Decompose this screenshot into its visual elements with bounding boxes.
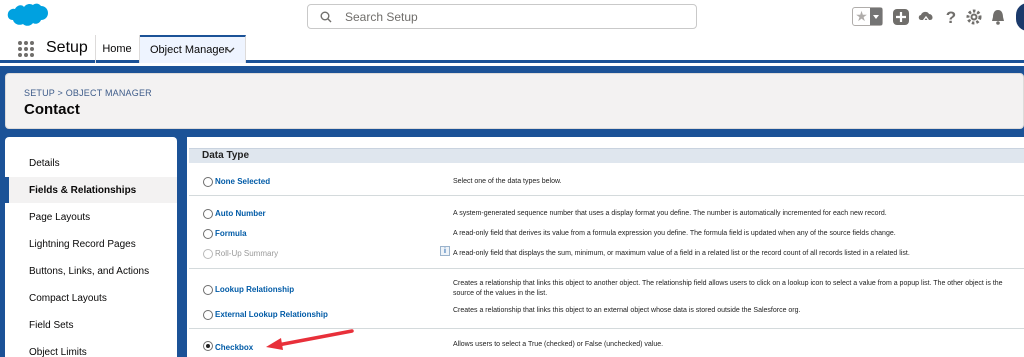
nav-object-manager-label: Object Manager — [150, 44, 229, 56]
data-type-row: Auto Number A system-generated sequence … — [189, 206, 1024, 224]
option-desc-external-lookup-relationship: Creates a relationship that links this o… — [453, 307, 801, 314]
sidebar-item-buttons-links-actions[interactable]: Buttons, Links, and Actions — [5, 258, 177, 284]
radio-none-selected[interactable] — [203, 177, 213, 187]
sidebar-item-field-sets[interactable]: Field Sets — [5, 312, 177, 338]
data-type-group: Auto Number A system-generated sequence … — [189, 197, 1024, 269]
breadcrumb[interactable]: SETUP > OBJECT MANAGER — [24, 88, 152, 98]
page-title: Contact — [24, 101, 80, 118]
page-header: SETUP > OBJECT MANAGER Contact — [5, 73, 1024, 129]
data-type-row: Lookup Relationship Creates a relationsh… — [189, 278, 1024, 302]
sidebar-item-fields-relationships[interactable]: Fields & Relationships — [5, 177, 177, 203]
sidebar-item-compact-layouts[interactable]: Compact Layouts — [5, 285, 177, 311]
option-desc-none-selected: Select one of the data types below. — [453, 178, 562, 185]
data-type-row: None Selected Select one of the data typ… — [189, 174, 1024, 192]
caret-down-icon — [873, 14, 879, 19]
search-placeholder: Search Setup — [345, 10, 418, 24]
help-icon[interactable]: ? — [942, 8, 960, 26]
data-type-group: None Selected Select one of the data typ… — [189, 164, 1024, 196]
data-type-row: Formula A read-only field that derives i… — [189, 226, 1024, 244]
radio-checkbox[interactable] — [203, 341, 213, 351]
option-label-external-lookup-relationship[interactable]: External Lookup Relationship — [215, 310, 328, 319]
add-icon[interactable] — [892, 8, 910, 26]
option-label-none-selected[interactable]: None Selected — [215, 177, 270, 186]
radio-formula[interactable] — [203, 229, 213, 239]
option-desc-auto-number: A system-generated sequence number that … — [453, 210, 887, 217]
search-icon — [320, 11, 332, 23]
option-label-auto-number[interactable]: Auto Number — [215, 209, 266, 218]
favorites-dropdown[interactable] — [870, 8, 882, 25]
global-header: Search Setup ★ ? — [0, 0, 1024, 35]
context-bar: Setup Home Object Manager — [0, 35, 1024, 63]
favorites-button[interactable]: ★ — [852, 7, 883, 26]
option-label-formula[interactable]: Formula — [215, 229, 247, 238]
radio-lookup-relationship[interactable] — [203, 285, 213, 295]
option-label-checkbox[interactable]: Checkbox — [215, 343, 253, 352]
nav-home-tab[interactable]: Home — [95, 35, 140, 63]
search-input[interactable]: Search Setup — [307, 4, 697, 29]
app-name: Setup — [46, 39, 88, 56]
option-desc-roll-up-summary: A read-only field that displays the sum,… — [453, 250, 910, 257]
app-launcher-icon[interactable] — [18, 41, 34, 57]
data-type-row: External Lookup Relationship Creates a r… — [189, 306, 1024, 324]
annotation-arrow-icon — [266, 329, 354, 350]
radio-roll-up-summary — [203, 249, 213, 259]
radio-auto-number[interactable] — [203, 209, 213, 219]
sidebar-item-page-layouts[interactable]: Page Layouts — [5, 204, 177, 230]
gear-icon[interactable] — [965, 8, 983, 26]
star-icon[interactable]: ★ — [853, 8, 870, 25]
option-desc-checkbox: Allows users to select a True (checked) … — [453, 341, 664, 348]
salesforce-logo[interactable] — [6, 2, 50, 32]
object-sidebar: Details Fields & Relationships Page Layo… — [5, 137, 177, 357]
nav-object-manager-tab[interactable]: Object Manager — [140, 35, 246, 63]
data-type-row: Roll-Up Summary i A read-only field that… — [189, 246, 1024, 264]
avatar[interactable] — [1016, 3, 1024, 31]
sidebar-item-lightning-record-pages[interactable]: Lightning Record Pages — [5, 231, 177, 257]
trailhead-icon[interactable] — [917, 8, 935, 26]
section-header: Data Type — [189, 148, 1024, 163]
svg-text:?: ? — [946, 8, 956, 26]
sidebar-item-details[interactable]: Details — [5, 150, 177, 176]
option-desc-formula: A read-only field that derives its value… — [453, 230, 896, 237]
radio-external-lookup-relationship[interactable] — [203, 310, 213, 320]
section-title: Data Type — [202, 150, 250, 161]
bell-icon[interactable] — [989, 8, 1007, 26]
option-desc-lookup-relationship: Creates a relationship that links this o… — [453, 280, 1003, 297]
sidebar-item-object-limits[interactable]: Object Limits — [5, 339, 177, 357]
option-label-roll-up-summary: Roll-Up Summary — [215, 249, 279, 258]
data-type-group: Lookup Relationship Creates a relationsh… — [189, 270, 1024, 329]
info-icon[interactable]: i — [440, 246, 450, 256]
chevron-down-icon[interactable] — [225, 47, 235, 53]
option-label-lookup-relationship[interactable]: Lookup Relationship — [215, 285, 294, 294]
